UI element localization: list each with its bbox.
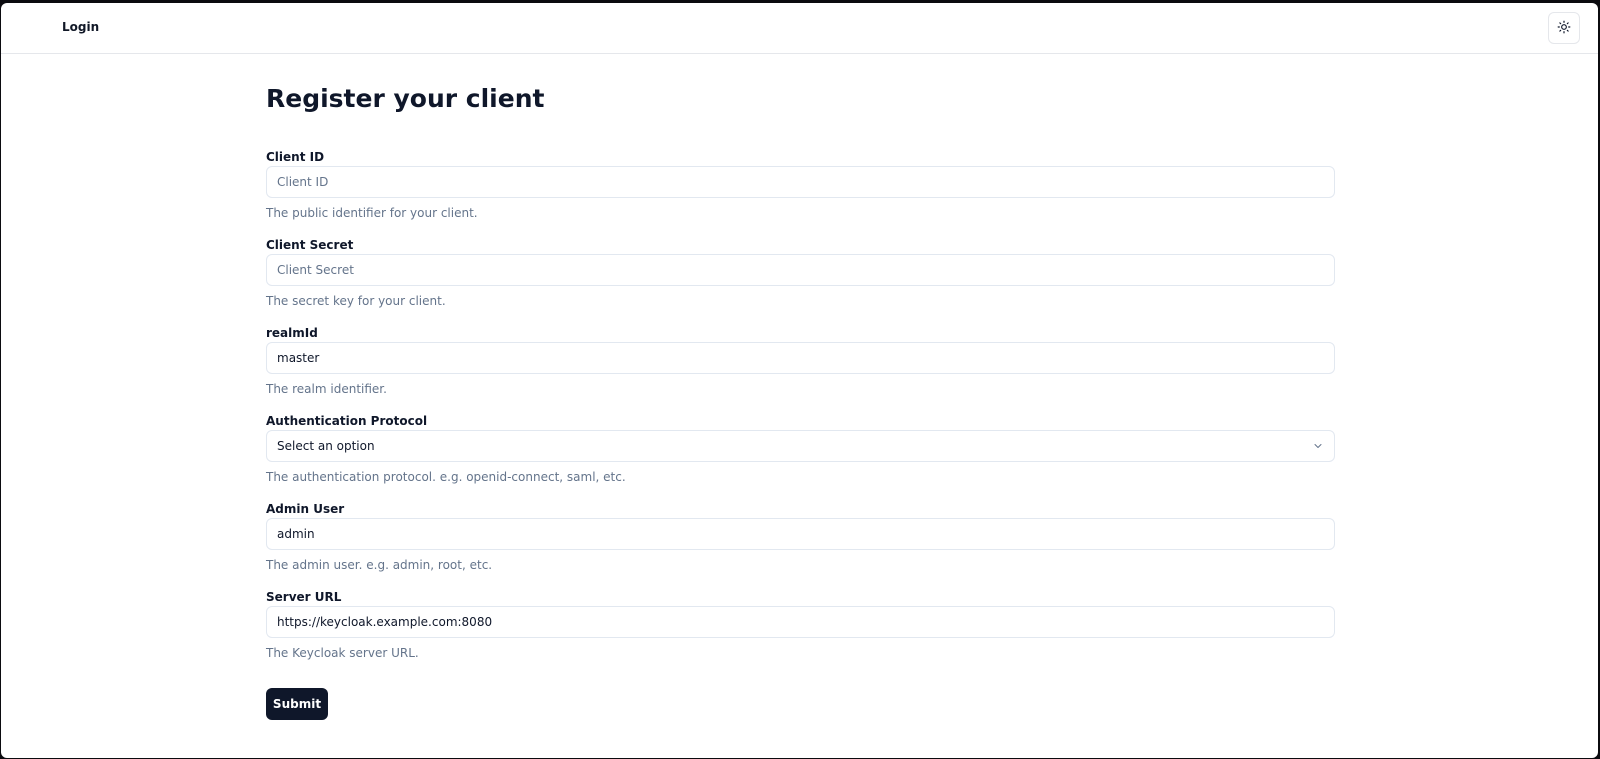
top-navbar: Login <box>1 3 1598 54</box>
chevron-down-icon <box>1312 440 1324 452</box>
sun-icon <box>1557 20 1571 37</box>
client-secret-input[interactable] <box>266 254 1335 286</box>
admin-user-help: The admin user. e.g. admin, root, etc. <box>266 558 493 572</box>
auth-protocol-selected-value: Select an option <box>277 439 375 453</box>
server-url-input[interactable] <box>266 606 1335 638</box>
client-secret-field: Client Secret The secret key for your cl… <box>266 237 1335 308</box>
realm-id-label: realmId <box>266 326 318 340</box>
client-id-help: The public identifier for your client. <box>266 206 478 220</box>
admin-user-label: Admin User <box>266 502 345 516</box>
realm-id-help: The realm identifier. <box>266 382 387 396</box>
admin-user-input[interactable] <box>266 518 1335 550</box>
client-id-input[interactable] <box>266 166 1335 198</box>
client-id-label: Client ID <box>266 150 325 164</box>
server-url-help: The Keycloak server URL. <box>266 646 419 660</box>
page-title: Register your client <box>266 84 545 113</box>
server-url-label: Server URL <box>266 590 342 604</box>
app-window: Login Register your client Client ID Cli… <box>1 3 1598 758</box>
auth-protocol-help: The authentication protocol. e.g. openid… <box>266 470 626 484</box>
server-url-field: Server URL The Keycloak server URL. <box>266 589 1335 660</box>
login-link[interactable]: Login <box>62 20 99 34</box>
client-secret-label: Client Secret <box>266 238 354 252</box>
theme-toggle-button[interactable] <box>1548 12 1580 44</box>
register-client-form: Register your client Client ID The publi… <box>266 83 1335 720</box>
submit-button[interactable]: Submit <box>266 688 328 720</box>
auth-protocol-field: Authentication Protocol Select an option… <box>266 413 1335 484</box>
realm-id-input[interactable] <box>266 342 1335 374</box>
admin-user-field: Admin User The admin user. e.g. admin, r… <box>266 501 1335 572</box>
realm-id-field: realmId The realm identifier. <box>266 325 1335 396</box>
client-secret-help: The secret key for your client. <box>266 294 446 308</box>
auth-protocol-select[interactable]: Select an option <box>266 430 1335 462</box>
auth-protocol-label: Authentication Protocol <box>266 414 428 428</box>
client-id-field: Client ID The public identifier for your… <box>266 149 1335 220</box>
